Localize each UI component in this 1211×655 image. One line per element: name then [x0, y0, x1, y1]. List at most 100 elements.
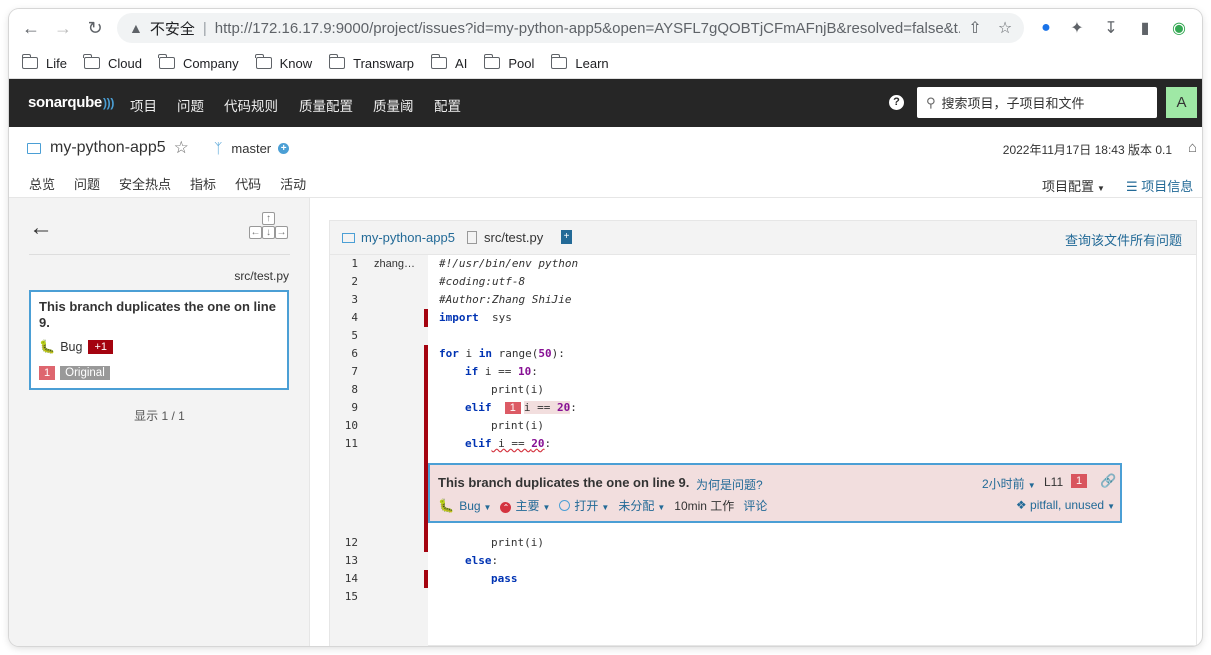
why-is-this-an-issue-link[interactable]: 为何是问题?	[696, 476, 763, 493]
favorite-file-icon[interactable]: +	[561, 230, 572, 244]
puzzle-icon[interactable]: ✦	[1066, 17, 1088, 39]
issue-underline: i == 20	[492, 437, 545, 450]
bookmark-ai[interactable]: AI	[430, 54, 467, 71]
line-number[interactable]: 10	[330, 417, 358, 435]
code-text: elif i == 20:	[465, 435, 551, 453]
back-arrow-icon[interactable]: ←	[29, 214, 53, 242]
bookmark-company[interactable]: Company	[158, 54, 239, 71]
issue-type-dropdown[interactable]: 🐛 Bug ▼	[438, 498, 491, 514]
issue-time-dropdown[interactable]: 2小时前 ▼	[982, 475, 1036, 492]
secondary-location-marker[interactable]: 1	[504, 402, 521, 414]
line-number[interactable]: 2	[330, 273, 358, 291]
line-number[interactable]: 9	[330, 399, 358, 417]
inline-issue-message[interactable]: This branch duplicates the one on line 9…	[438, 475, 689, 490]
nav-quality-profiles[interactable]: 质量配置	[299, 95, 353, 115]
line-number[interactable]: 1	[330, 255, 358, 273]
favorite-star-icon[interactable]: ☆	[174, 138, 189, 158]
profile-icon[interactable]: ◉	[1168, 17, 1190, 39]
code-line: 5	[330, 327, 1196, 345]
address-bar[interactable]: ▲ 不安全 | http://172.16.17.9:9000/project/…	[117, 13, 1024, 43]
line-number[interactable]: 5	[330, 327, 358, 345]
issue-new-badge: +1	[88, 340, 113, 354]
bookmark-know[interactable]: Know	[255, 54, 312, 71]
extension-circle-icon[interactable]: ●	[1035, 17, 1057, 39]
tab-issues[interactable]: 问题	[74, 174, 101, 201]
chevron-down-icon: ▼	[542, 503, 551, 512]
bookmark-cloud[interactable]: Cloud	[83, 54, 142, 71]
bookmark-transwarp[interactable]: Transwarp	[328, 54, 414, 71]
line-number[interactable]: 3	[330, 291, 358, 309]
help-icon[interactable]: ?	[889, 95, 904, 110]
issue-card[interactable]: This branch duplicates the one on line 9…	[29, 290, 289, 390]
new-code-marker	[424, 570, 428, 588]
sidebar-icon[interactable]: ▮	[1134, 17, 1156, 39]
highlighted-code: i == 20	[523, 401, 571, 414]
line-number[interactable]: 4	[330, 309, 358, 327]
divider	[29, 254, 290, 255]
search-input[interactable]: ⚲ 搜索项目，子项目和文件	[917, 87, 1157, 118]
project-config-dropdown[interactable]: 项目配置 ▼	[1042, 176, 1105, 195]
number-literal: 20	[531, 437, 545, 450]
issue-location-count[interactable]: 1	[1071, 474, 1088, 488]
chevron-down-icon: ▼	[601, 503, 610, 512]
line-number[interactable]: 13	[330, 552, 358, 570]
folder-icon	[328, 54, 346, 69]
issue-actions: 🐛 Bug ▼ ⌃ 主要 ▼ 打开 ▼ 未分配 ▼ 10min 工作 评论	[438, 497, 776, 514]
tab-activity[interactable]: 活动	[280, 174, 306, 201]
nav-administration[interactable]: 配置	[434, 95, 461, 115]
reload-icon[interactable]: ↻	[85, 18, 105, 38]
branch-selector[interactable]: ᛉ master +	[214, 140, 290, 156]
issue-count: 显示 1 / 1	[134, 409, 185, 423]
code-line: 10 print(i)	[330, 417, 1196, 435]
nav-projects[interactable]: 项目	[130, 95, 157, 115]
keyword: elif	[465, 401, 492, 414]
issue-tags-dropdown[interactable]: ❖ pitfall, unused ▼	[1016, 498, 1115, 512]
issue-location[interactable]: 1 Original	[39, 366, 279, 380]
branch-info-icon[interactable]: +	[278, 142, 290, 154]
folder-icon	[21, 54, 38, 69]
tab-code[interactable]: 代码	[235, 174, 261, 201]
line-number[interactable]: 6	[330, 345, 358, 363]
url-text[interactable]: http://172.16.17.9:9000/project/issues?i…	[215, 20, 960, 37]
avatar[interactable]: A	[1166, 87, 1197, 118]
line-number[interactable]: 7	[330, 363, 358, 381]
bookmark-learn[interactable]: Learn	[550, 54, 609, 71]
line-number[interactable]: 15	[330, 588, 358, 606]
project-info-link[interactable]: ☰ 项目信息	[1126, 176, 1193, 195]
download-icon[interactable]: ↧	[1100, 17, 1122, 39]
source-project-link[interactable]: my-python-app5	[342, 230, 455, 245]
home-icon[interactable]: ⌂	[1188, 139, 1197, 156]
folder-icon	[158, 54, 175, 69]
code-token: :	[531, 365, 538, 378]
bookmark-star-icon[interactable]: ☆	[994, 17, 1016, 39]
line-number[interactable]: 14	[330, 570, 358, 588]
severity-dropdown[interactable]: ⌃ 主要 ▼	[500, 497, 550, 514]
view-all-file-issues-link[interactable]: 查询该文件所有问题	[1065, 230, 1182, 249]
permalink-icon[interactable]: 🔗	[1100, 473, 1116, 489]
project-name[interactable]: my-python-app5	[50, 139, 166, 157]
code-line: 15	[330, 588, 1196, 606]
nav-rules[interactable]: 代码规则	[224, 95, 278, 115]
status-dropdown[interactable]: 打开 ▼	[559, 497, 609, 514]
line-number[interactable]: 11	[330, 435, 358, 453]
bookmark-life[interactable]: Life	[21, 54, 67, 71]
nav-quality-gates[interactable]: 质量阈	[373, 95, 414, 115]
scm-author[interactable]: zhang…	[374, 255, 415, 273]
bookmark-pool[interactable]: Pool	[483, 54, 534, 71]
line-number[interactable]: 8	[330, 381, 358, 399]
sonarqube-logo[interactable]: sonarqube)))	[28, 94, 114, 111]
project-info-label: 项目信息	[1141, 179, 1194, 194]
back-arrow-icon[interactable]: ←	[21, 18, 41, 38]
inline-issue-box[interactable]: This branch duplicates the one on line 9…	[428, 463, 1122, 523]
source-header: my-python-app5 src/test.py + 查询该文件所有问题	[330, 221, 1196, 255]
tab-overview[interactable]: 总览	[29, 174, 55, 201]
line-number[interactable]: 12	[330, 534, 358, 552]
nav-issues[interactable]: 问题	[177, 95, 204, 115]
forward-arrow-icon[interactable]: →	[53, 18, 73, 38]
comment-link[interactable]: 评论	[743, 497, 767, 514]
share-icon[interactable]: ⇧	[964, 17, 986, 39]
tab-measures[interactable]: 指标	[190, 174, 216, 201]
assignee-dropdown[interactable]: 未分配 ▼	[618, 497, 665, 514]
bookmark-label: Cloud	[107, 55, 142, 71]
tab-security-hotspots[interactable]: 安全热点	[119, 174, 171, 201]
